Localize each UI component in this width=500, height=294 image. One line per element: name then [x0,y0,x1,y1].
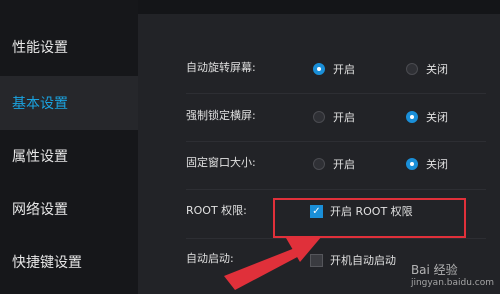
radio-selected-icon[interactable] [406,111,418,123]
sidebar-item-properties[interactable]: 属性设置 [0,129,138,183]
settings-panel: 自动旋转屏幕: 开启 关闭 强制锁定横屏: 开启 关闭 固定窗口大小: 开启 关… [138,14,500,294]
radio-unselected-icon[interactable] [313,158,325,170]
watermark-url: jingyan.baidu.com [410,278,494,288]
option-label: 开启 [333,158,355,171]
watermark: Bai 经验 jingyan.baidu.com [411,261,494,288]
auto-rotate-on-option[interactable]: 开启 [313,61,355,77]
force-landscape-on-option[interactable]: 开启 [313,109,355,125]
radio-unselected-icon[interactable] [313,111,325,123]
annotation-highlight-box [273,198,466,238]
sidebar-item-performance[interactable]: 性能设置 [0,20,138,74]
option-label: 开启 [333,63,355,76]
autostart-label: 自动启动: [186,252,234,265]
option-label: 关闭 [426,63,448,76]
autostart-checkbox-label: 开机自动启动 [330,254,396,267]
auto-rotate-off-option[interactable]: 关闭 [406,61,448,77]
auto-rotate-label: 自动旋转屏幕: [186,61,256,74]
option-label: 开启 [333,111,355,124]
force-landscape-label: 强制锁定横屏: [186,109,256,122]
radio-selected-icon[interactable] [313,63,325,75]
option-label: 关闭 [426,158,448,171]
force-landscape-off-option[interactable]: 关闭 [406,109,448,125]
fixed-window-label: 固定窗口大小: [186,156,256,169]
sidebar-item-basic[interactable]: 基本设置 [0,76,138,130]
fixed-window-on-option[interactable]: 开启 [313,156,355,172]
divider [186,93,486,94]
sidebar-item-shortcuts[interactable]: 快捷键设置 [0,235,138,289]
sidebar: 性能设置 基本设置 属性设置 网络设置 快捷键设置 [0,0,138,294]
checkbox-unchecked-icon[interactable] [310,253,323,267]
divider [186,189,486,190]
divider [186,238,486,239]
app-window: 性能设置 基本设置 属性设置 网络设置 快捷键设置 自动旋转屏幕: 开启 关闭 … [0,0,500,294]
fixed-window-off-option[interactable]: 关闭 [406,156,448,172]
watermark-brand: Bai 经验 [410,263,458,277]
divider [186,141,486,142]
autostart-checkbox[interactable]: 开机自动启动 [310,252,396,268]
sidebar-item-network[interactable]: 网络设置 [0,182,138,236]
radio-selected-icon[interactable] [406,158,418,170]
radio-unselected-icon[interactable] [406,63,418,75]
option-label: 关闭 [426,111,448,124]
